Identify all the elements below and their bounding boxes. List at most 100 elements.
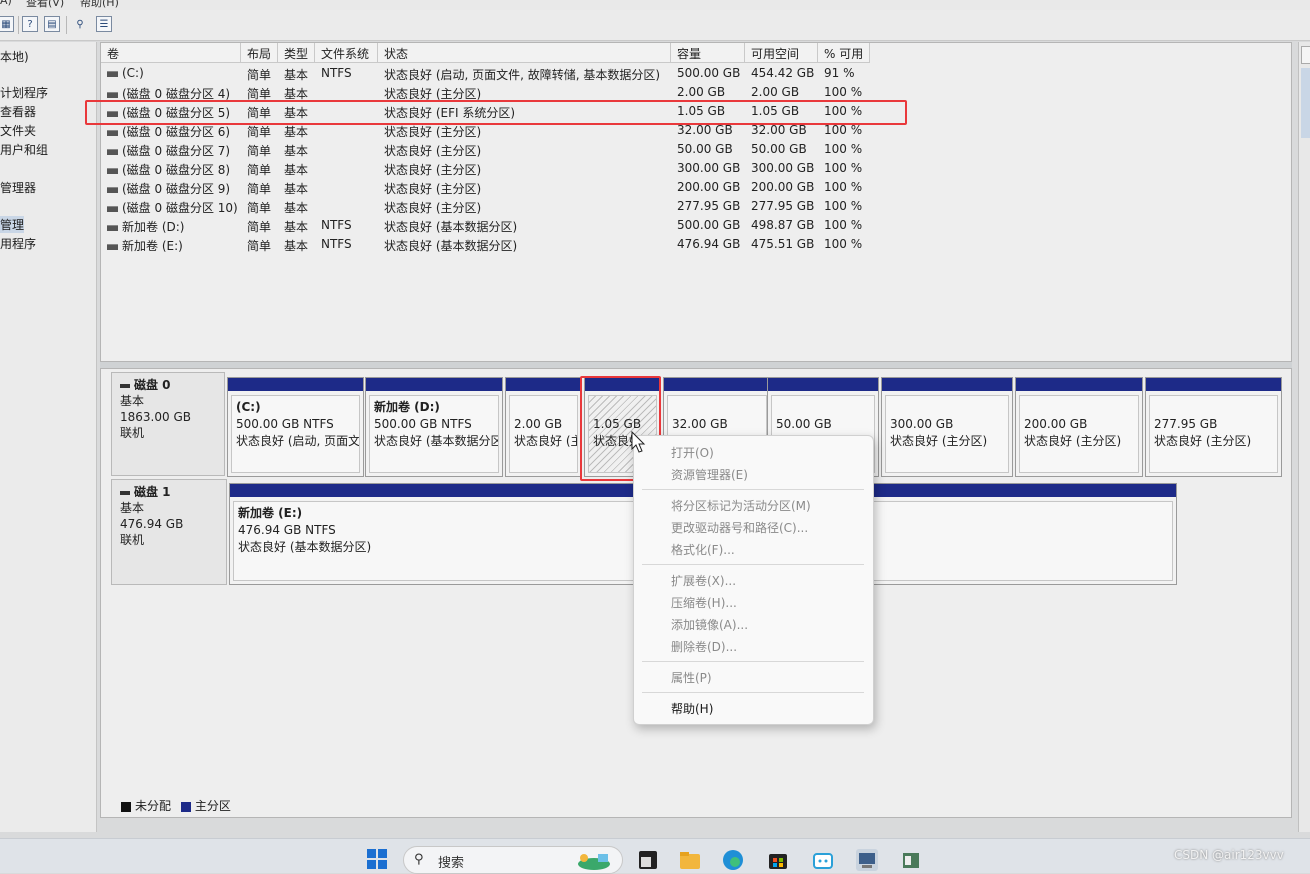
column-header-layout[interactable]: 布局 bbox=[241, 43, 278, 63]
context-menu-item[interactable]: 打开(O) bbox=[671, 444, 714, 461]
context-menu-item[interactable]: 属性(P) bbox=[671, 669, 712, 686]
settings-list-icon[interactable]: ☰ bbox=[96, 16, 112, 32]
context-menu: 打开(O) 资源管理器(E) 将分区标记为活动分区(M) 更改驱动器号和路径(C)..… bbox=[633, 435, 874, 725]
volume-icon bbox=[107, 148, 118, 155]
actions-selected-tab[interactable] bbox=[1301, 68, 1310, 138]
legend-label: 未分配 bbox=[135, 799, 172, 813]
column-header-capacity[interactable]: 容量 bbox=[671, 43, 745, 63]
partition-l3: 状态良好 (主 bbox=[514, 434, 578, 448]
disk-info[interactable]: 磁盘 0 基本 1863.00 GB 联机 bbox=[111, 372, 225, 476]
table-row[interactable]: (磁盘 0 磁盘分区 8) 简单 基本 状态良好 (主分区) 300.00 GB 300.… bbox=[101, 160, 1291, 179]
partition-block[interactable]: 2.00 GB 状态良好 (主 bbox=[505, 377, 582, 477]
partition-l3: 状态良好 (主分区) bbox=[1024, 434, 1122, 448]
taskbar-search-box[interactable]: ⚲ 搜索 bbox=[403, 846, 623, 874]
tree-item[interactable]: 计划程序 bbox=[0, 84, 48, 101]
tree-item-label: 计划程序 bbox=[0, 86, 49, 100]
cell-text: 新加卷 (D:) bbox=[122, 220, 185, 234]
column-header-status[interactable]: 状态 bbox=[378, 43, 671, 63]
context-menu-item[interactable]: 更改驱动器号和路径(C)... bbox=[671, 519, 808, 536]
context-menu-item[interactable]: 扩展卷(X)... bbox=[671, 572, 736, 589]
context-menu-item[interactable]: 添加镜像(A)... bbox=[671, 616, 748, 633]
context-menu-item[interactable]: 资源管理器(E) bbox=[671, 466, 748, 483]
cell-text: 状态良好 (基本数据分区) bbox=[384, 239, 518, 253]
cell-text: 100 % bbox=[824, 218, 863, 232]
partition-l1 bbox=[776, 399, 874, 416]
console-tree: 本地) 计划程序 查看器 文件夹 用户和组 管理器 管理 用程序 bbox=[0, 42, 97, 832]
store-icon[interactable] bbox=[767, 849, 789, 871]
table-cell: NTFS bbox=[321, 66, 352, 80]
context-menu-item[interactable]: 压缩卷(H)... bbox=[671, 594, 737, 611]
legend: 未分配 主分区 bbox=[121, 797, 231, 814]
cell-text: 300.00 GB bbox=[751, 161, 815, 175]
partition-block[interactable]: 200.00 GB 状态良好 (主分区) bbox=[1015, 377, 1143, 477]
cell-text: 基本 bbox=[284, 239, 309, 253]
partition-block[interactable]: 300.00 GB 状态良好 (主分区) bbox=[881, 377, 1013, 477]
column-header-volume[interactable]: 卷 bbox=[101, 43, 241, 63]
disk-info[interactable]: 磁盘 1 基本 476.94 GB 联机 bbox=[111, 479, 227, 585]
menu-separator bbox=[642, 564, 864, 565]
table-cell: 状态良好 (主分区) bbox=[384, 180, 481, 197]
column-header-free-space[interactable]: 可用空间 bbox=[745, 43, 818, 63]
tree-item[interactable]: 管理器 bbox=[0, 179, 36, 196]
edge-browser-icon[interactable] bbox=[722, 849, 744, 871]
tree-item-disk-management[interactable]: 管理 bbox=[0, 216, 25, 233]
table-cell: NTFS bbox=[321, 218, 352, 232]
table-row[interactable]: 新加卷 (D:) 简单 基本 NTFS 状态良好 (基本数据分区) 500.00 GB 49… bbox=[101, 217, 1291, 236]
table-cell: 100 % bbox=[824, 142, 862, 156]
context-menu-item[interactable]: 将分区标记为活动分区(M) bbox=[671, 497, 811, 514]
partition-label: 2.00 GB 状态良好 (主 bbox=[509, 395, 578, 473]
context-menu-item[interactable]: 帮助(H) bbox=[671, 700, 713, 717]
cell-text: 状态良好 (基本数据分区) bbox=[384, 220, 518, 234]
partition-block[interactable]: 新加卷 (D:) 500.00 GB NTFS 状态良好 (基本数据分区 bbox=[365, 377, 503, 477]
menu-view[interactable]: 查看(V) bbox=[26, 0, 64, 10]
help-icon[interactable]: ? bbox=[22, 16, 38, 32]
partition-block[interactable]: (C:) 500.00 GB NTFS 状态良好 (启动, 页面文 bbox=[227, 377, 364, 477]
table-row[interactable]: (磁盘 0 磁盘分区 10) 简单 基本 状态良好 (主分区) 277.95 GB 277… bbox=[101, 198, 1291, 217]
cell-text: 基本 bbox=[284, 201, 309, 215]
disk-size-text: 1863.00 GB bbox=[120, 410, 191, 424]
column-header-filesystem[interactable]: 文件系统 bbox=[315, 43, 378, 63]
table-row[interactable]: (磁盘 0 磁盘分区 7) 简单 基本 状态良好 (主分区) 50.00 GB 50.00… bbox=[101, 141, 1291, 160]
column-header-percent-free[interactable]: % 可用 bbox=[818, 43, 870, 63]
tree-item[interactable]: 查看器 bbox=[0, 103, 36, 120]
table-row[interactable]: 新加卷 (E:) 简单 基本 NTFS 状态良好 (基本数据分区) 476.94 GB 47… bbox=[101, 236, 1291, 255]
menu-help[interactable]: 帮助(H) bbox=[80, 0, 119, 10]
app-icon[interactable] bbox=[900, 849, 922, 871]
partition-l3: 状态良好 (主分区) bbox=[890, 434, 988, 448]
context-menu-item[interactable]: 格式化(F)... bbox=[671, 541, 735, 558]
cell-text: 简单 bbox=[247, 68, 272, 82]
connect-icon[interactable]: ⚲ bbox=[72, 16, 88, 32]
disk-management-icon[interactable] bbox=[856, 849, 878, 871]
menu-separator bbox=[642, 489, 864, 490]
actions-pane bbox=[1298, 42, 1310, 832]
table-row[interactable]: (C:) 简单 基本 NTFS 状态良好 (启动, 页面文件, 故障转储, 基本数据分区… bbox=[101, 65, 1291, 84]
cell-text: 277.95 GB bbox=[677, 199, 741, 213]
table-row[interactable]: (磁盘 0 磁盘分区 9) 简单 基本 状态良好 (主分区) 200.00 GB 200.… bbox=[101, 179, 1291, 198]
tree-item[interactable]: 用户和组 bbox=[0, 141, 48, 158]
tree-item[interactable]: 用程序 bbox=[0, 235, 36, 252]
table-cell: 2.00 GB bbox=[751, 85, 799, 99]
terminal-icon[interactable] bbox=[637, 849, 659, 871]
menu-action[interactable]: A) bbox=[0, 0, 12, 7]
tree-item[interactable]: 文件夹 bbox=[0, 122, 36, 139]
table-cell: 基本 bbox=[284, 218, 308, 235]
tree-item[interactable]: 本地) bbox=[0, 48, 29, 65]
partition-type-band bbox=[768, 378, 878, 391]
cell-text: 100 % bbox=[824, 161, 863, 175]
windows-start-icon[interactable] bbox=[366, 848, 388, 870]
properties-icon[interactable]: ▦ bbox=[0, 16, 14, 32]
table-cell: 100 % bbox=[824, 199, 862, 213]
cell-text: 状态良好 (主分区) bbox=[384, 182, 482, 196]
bilibili-icon[interactable] bbox=[812, 849, 834, 871]
view-panel-icon[interactable]: ▤ bbox=[44, 16, 60, 32]
actions-tab[interactable] bbox=[1301, 46, 1310, 64]
file-explorer-icon[interactable] bbox=[679, 849, 701, 871]
partition-block[interactable]: 277.95 GB 状态良好 (主分区) bbox=[1145, 377, 1282, 477]
table-cell: 状态良好 (主分区) bbox=[384, 161, 481, 178]
table-cell: 454.42 GB bbox=[751, 66, 814, 80]
context-menu-item[interactable]: 删除卷(D)... bbox=[671, 638, 737, 655]
table-cell: 简单 bbox=[247, 199, 271, 216]
volume-name-cell: 新加卷 (D:) bbox=[107, 218, 184, 235]
column-header-type[interactable]: 类型 bbox=[278, 43, 315, 63]
table-cell: 基本 bbox=[284, 123, 308, 140]
